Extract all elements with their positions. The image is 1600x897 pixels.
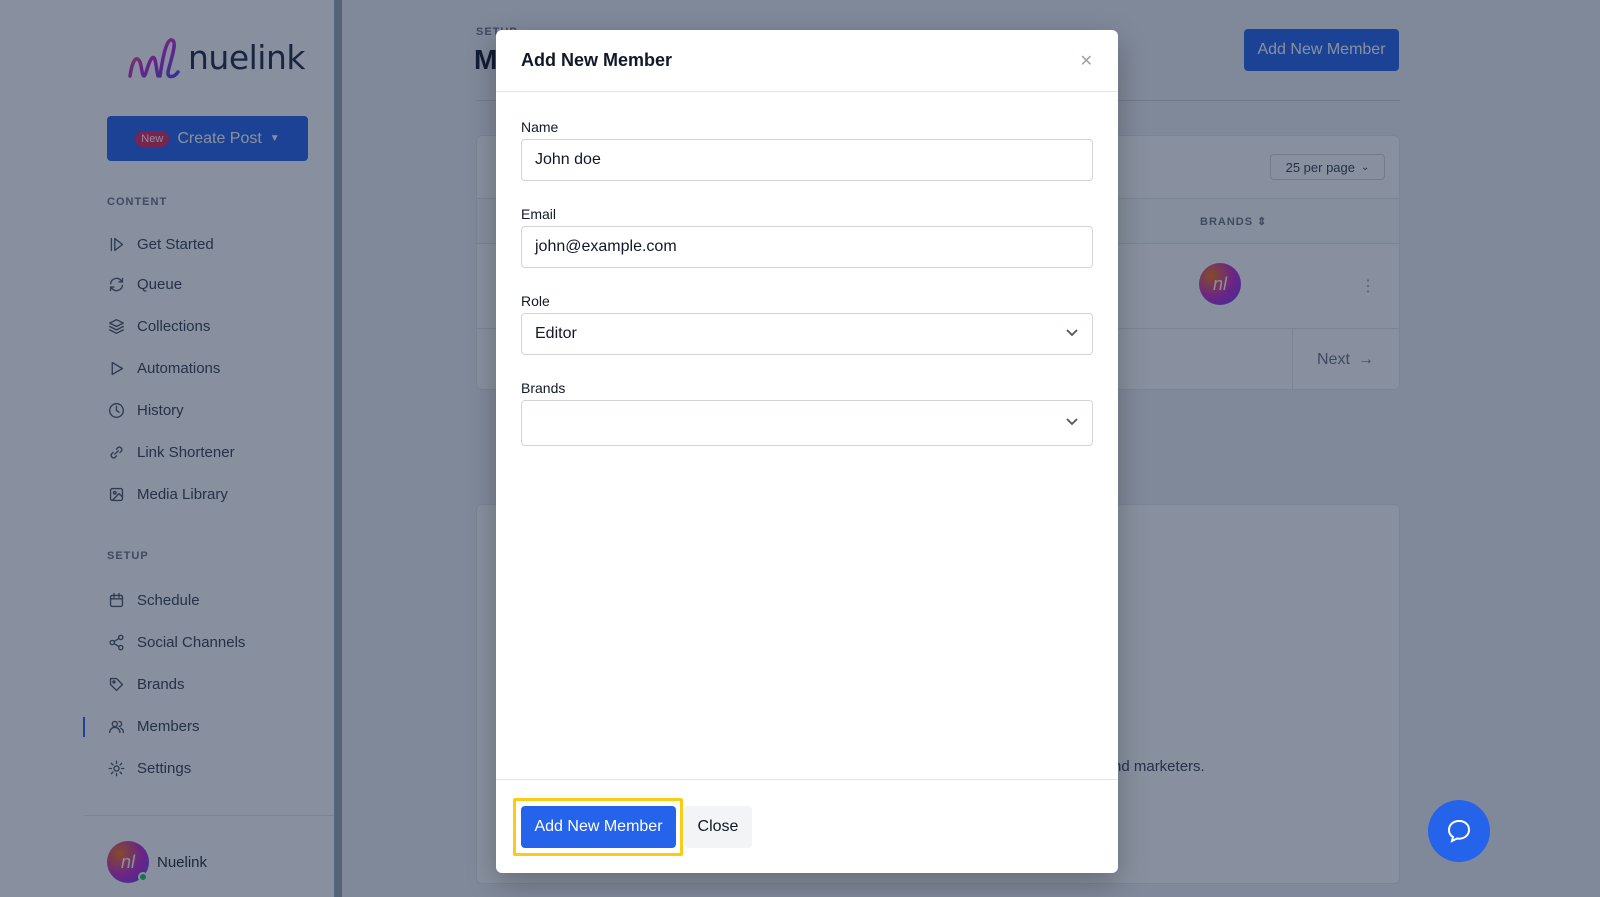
add-new-member-button[interactable]: Add New Member [521, 806, 676, 848]
close-button[interactable]: Close [684, 806, 752, 848]
close-icon[interactable]: ✕ [1080, 51, 1093, 71]
name-value: John doe [535, 151, 601, 168]
chat-support-button[interactable] [1428, 800, 1490, 862]
chat-icon [1447, 819, 1471, 843]
brands-select[interactable] [521, 400, 1093, 446]
modal-title: Add New Member [521, 50, 673, 70]
brands-label: Brands [521, 380, 566, 396]
modal-footer: Add New Member Close [496, 779, 1118, 873]
add-member-modal: Add New Member ✕ Name John doe Email joh… [496, 30, 1118, 873]
email-field[interactable]: john@example.com [521, 226, 1093, 268]
role-select[interactable]: Editor [521, 313, 1093, 355]
role-value: Editor [535, 325, 577, 342]
role-label: Role [521, 293, 550, 309]
email-label: Email [521, 206, 557, 222]
email-value: john@example.com [535, 238, 677, 255]
modal-header: Add New Member ✕ [496, 30, 1118, 92]
name-label: Name [521, 119, 559, 135]
chevron-down-icon [1065, 325, 1079, 344]
chevron-down-icon [1065, 414, 1079, 433]
name-field[interactable]: John doe [521, 139, 1093, 181]
